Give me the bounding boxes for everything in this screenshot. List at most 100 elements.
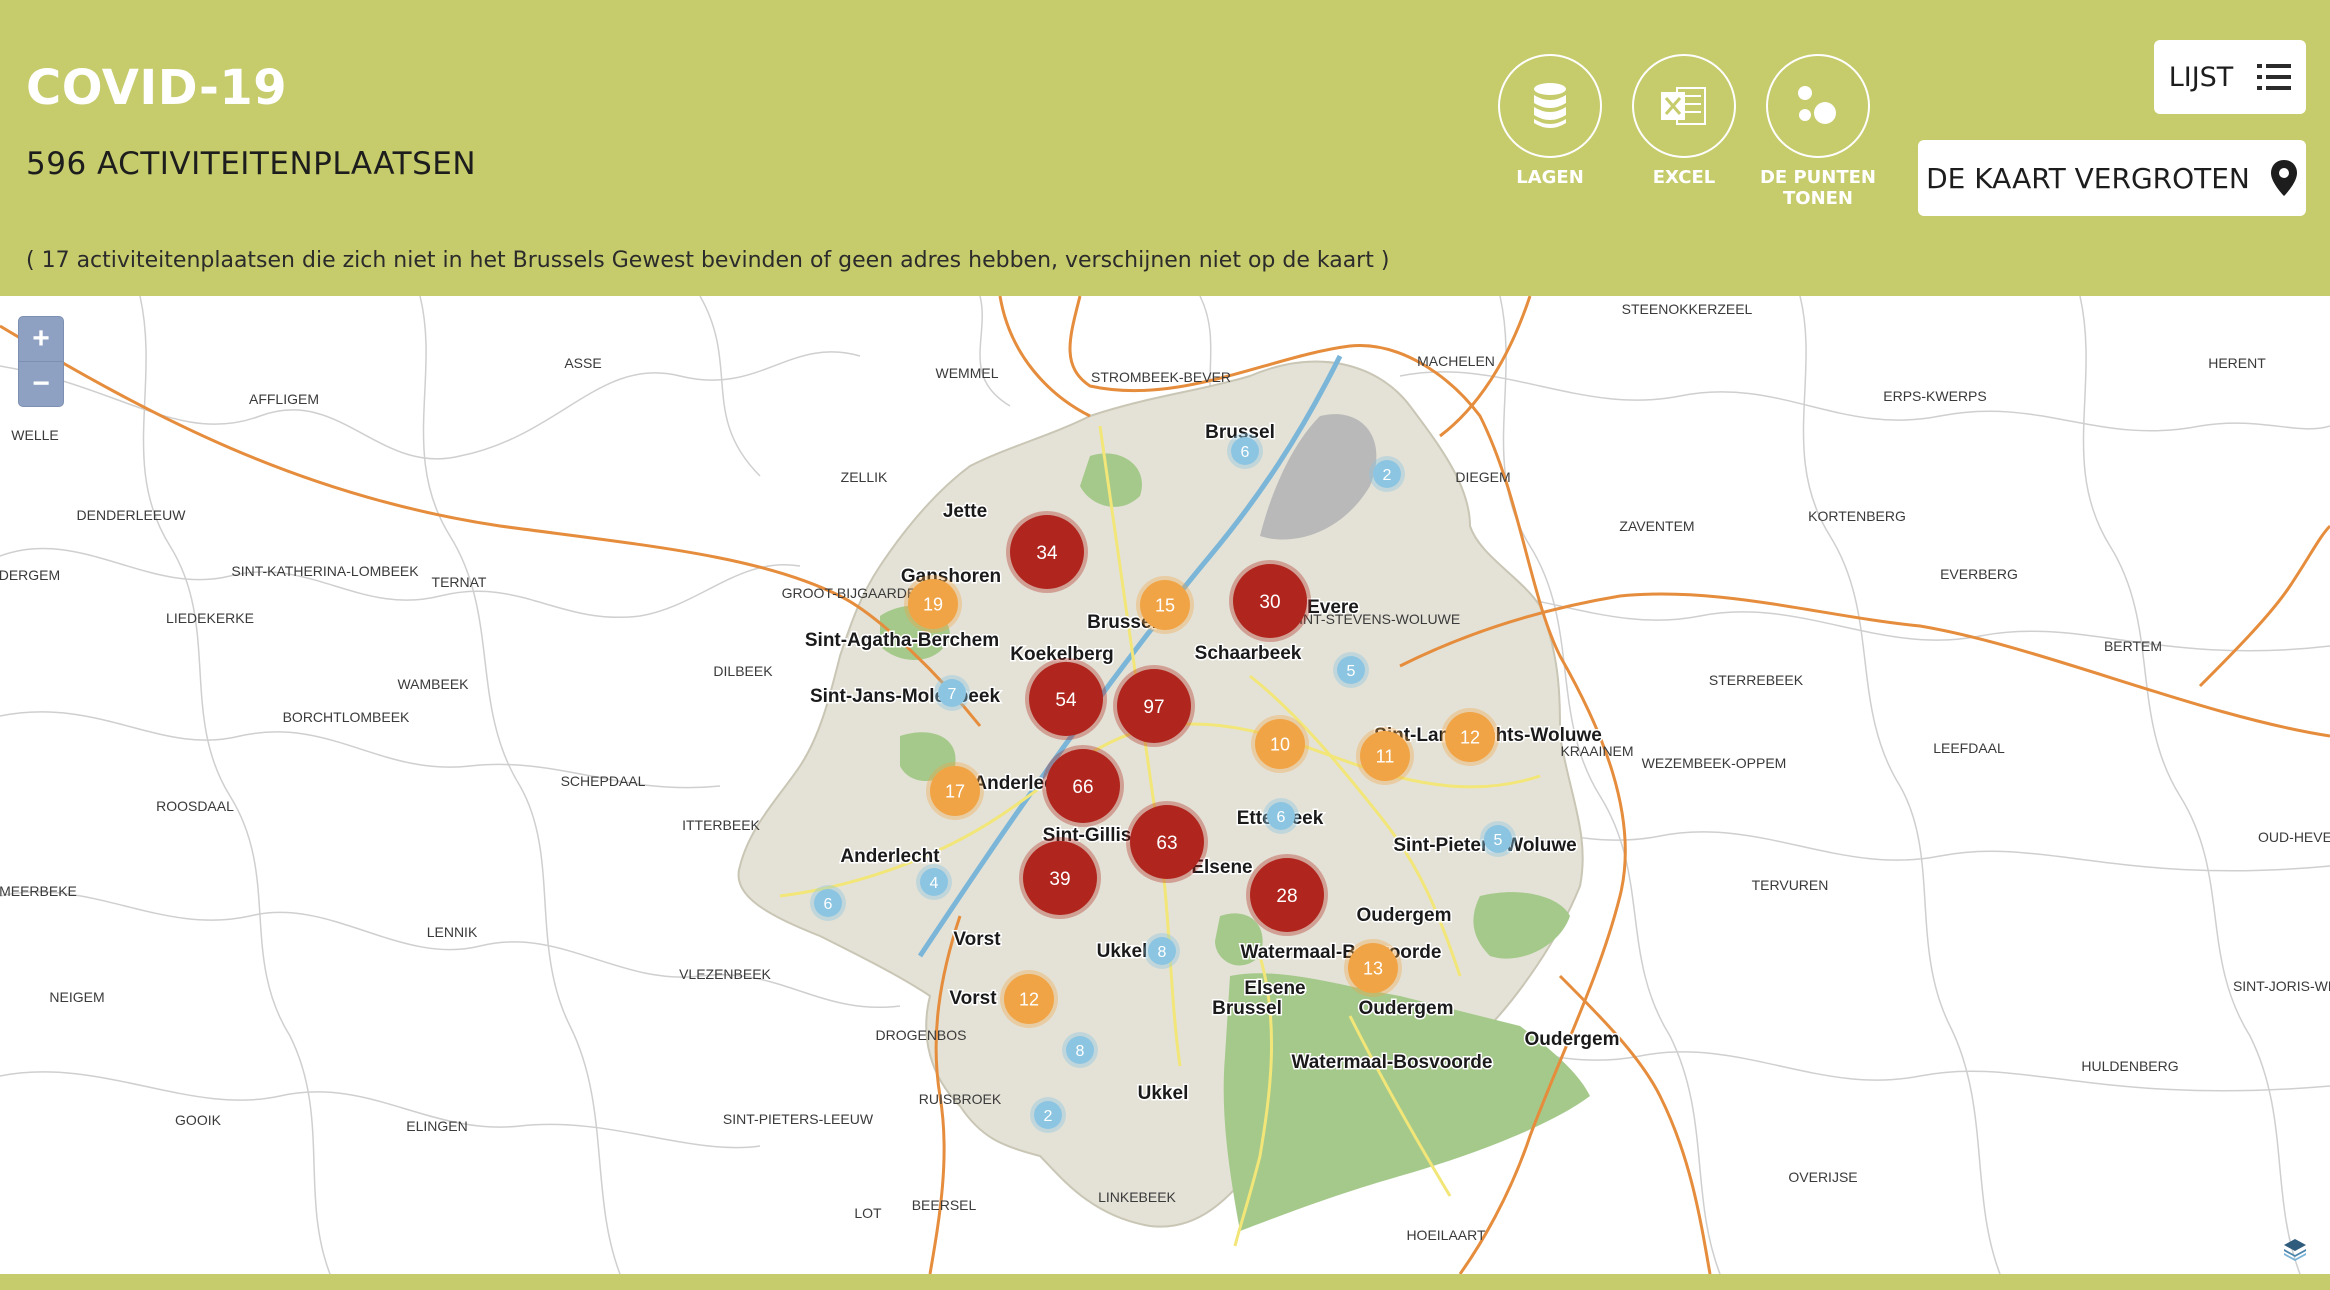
cluster-marker[interactable]: 6 xyxy=(810,885,846,921)
list-button[interactable]: LIJST xyxy=(2154,40,2306,114)
cluster-marker[interactable]: 30 xyxy=(1229,560,1311,642)
district-label: Elsene xyxy=(1244,978,1305,999)
cluster-marker[interactable]: 13 xyxy=(1344,939,1402,997)
cluster-marker[interactable]: 19 xyxy=(904,575,962,633)
cluster-count: 8 xyxy=(1076,1043,1085,1060)
outer-label: ERPS-KWERPS xyxy=(1883,388,1986,404)
map-pin-icon xyxy=(2270,160,2297,196)
cluster-marker[interactable]: 54 xyxy=(1025,658,1107,740)
zoom-in-button[interactable]: + xyxy=(19,317,63,361)
cluster-marker[interactable]: 7 xyxy=(934,675,970,711)
excel-button[interactable] xyxy=(1632,54,1736,158)
cluster-count: 17 xyxy=(945,781,965,801)
outer-label: BORCHTLOMBEEK xyxy=(283,709,410,725)
cluster-count: 54 xyxy=(1055,690,1077,711)
cluster-count: 34 xyxy=(1036,543,1058,564)
database-icon xyxy=(1534,83,1566,128)
cluster-marker[interactable]: 12 xyxy=(1441,708,1499,766)
outer-label: RUISBROEK xyxy=(919,1091,1002,1107)
outer-label: HOEILAART xyxy=(1406,1227,1486,1243)
cluster-count: 2 xyxy=(1044,1108,1053,1125)
activity-count: 596 ACTIVITEITENPLAATSEN xyxy=(26,146,477,182)
layers-tool[interactable]: LAGEN xyxy=(1480,54,1620,188)
outer-label: TERNAT xyxy=(432,574,487,590)
cluster-marker[interactable]: 10 xyxy=(1251,715,1309,773)
points-icon xyxy=(1798,86,1836,124)
outer-label: SCHEPDAAL xyxy=(561,773,646,789)
cluster-count: 4 xyxy=(930,875,939,892)
cluster-count: 66 xyxy=(1072,777,1093,798)
layers-label: LAGEN xyxy=(1516,167,1584,188)
outer-label: TERVUREN xyxy=(1752,877,1829,893)
outer-label: WEMMEL xyxy=(936,365,999,381)
outer-label: STROMBEEK-BEVER xyxy=(1091,369,1231,385)
cluster-count: 6 xyxy=(1241,444,1250,461)
outer-label: DILBEEK xyxy=(713,663,773,679)
list-button-label: LIJST xyxy=(2168,61,2234,93)
cluster-marker[interactable]: 97 xyxy=(1113,665,1195,747)
points-button[interactable] xyxy=(1766,54,1870,158)
layers-button[interactable] xyxy=(1498,54,1602,158)
outer-label: BERTEM xyxy=(2104,638,2162,654)
cluster-marker[interactable]: 6 xyxy=(1263,798,1299,834)
cluster-marker[interactable]: 11 xyxy=(1356,727,1414,785)
outer-label: ZELLIK xyxy=(841,469,888,485)
district-label: Sint-Agatha-Berchem xyxy=(805,630,999,651)
district-label: Jette xyxy=(943,501,987,522)
cluster-marker[interactable]: 8 xyxy=(1144,933,1180,969)
enlarge-map-button[interactable]: DE KAART VERGROTEN xyxy=(1918,140,2306,216)
map-canvas[interactable]: STEENOKKERZEEL HERENT MACHELEN ASSE WEMMEL ST… xyxy=(0,296,2330,1274)
cluster-marker[interactable]: 15 xyxy=(1136,576,1194,634)
cluster-marker[interactable]: 6 xyxy=(1227,433,1263,469)
outer-label: OVERIJSE xyxy=(1788,1169,1857,1185)
district-label: Ukkel xyxy=(1138,1083,1189,1104)
excel-tool[interactable]: EXCEL xyxy=(1614,54,1754,188)
cluster-marker[interactable]: 66 xyxy=(1042,745,1124,827)
outer-label: DROGENBOS xyxy=(875,1027,966,1043)
district-label: Watermaal-Bosvoorde xyxy=(1292,1052,1493,1073)
zoom-out-button[interactable]: − xyxy=(19,361,63,406)
cluster-marker[interactable]: 39 xyxy=(1019,837,1101,919)
missing-note: ( 17 activiteitenplaatsen die zich niet … xyxy=(26,248,1390,273)
zoom-control[interactable]: + − xyxy=(18,316,64,407)
cluster-marker[interactable]: 2 xyxy=(1369,456,1405,492)
outer-label: ZAVENTEM xyxy=(1619,518,1694,534)
cluster-marker[interactable]: 17 xyxy=(926,762,984,820)
cluster-marker[interactable]: 4 xyxy=(916,864,952,900)
outer-label: ITTERBEEK xyxy=(682,817,760,833)
page-title: COVID-19 xyxy=(26,60,288,116)
outer-label: EVERBERG xyxy=(1940,566,2018,582)
cluster-marker[interactable]: 5 xyxy=(1333,652,1369,688)
cluster-count: 30 xyxy=(1259,592,1280,613)
outer-label: SINT-JORIS-WEI xyxy=(2233,978,2330,994)
cluster-count: 8 xyxy=(1158,944,1167,961)
outer-label: BEERSEL xyxy=(912,1197,977,1213)
cluster-count: 12 xyxy=(1460,727,1480,747)
district-label: Oudergem xyxy=(1356,905,1451,926)
map[interactable]: STEENOKKERZEEL HERENT MACHELEN ASSE WEMMEL ST… xyxy=(0,296,2330,1274)
cluster-marker[interactable]: 34 xyxy=(1006,511,1088,593)
cluster-marker[interactable]: 2 xyxy=(1030,1097,1066,1133)
cluster-count: 7 xyxy=(948,686,957,703)
district-label: Schaarbeek xyxy=(1195,643,1302,664)
district-label: Anderlecht xyxy=(840,846,940,867)
cluster-marker[interactable]: 12 xyxy=(1000,970,1058,1028)
cluster-marker[interactable]: 28 xyxy=(1246,854,1328,936)
district-label: Oudergem xyxy=(1358,998,1453,1019)
cluster-marker[interactable]: 5 xyxy=(1480,821,1516,857)
layers-icon[interactable] xyxy=(2282,1236,2308,1262)
outer-label: MEERBEKE xyxy=(0,883,77,899)
district-label: Sint-Jans-Molenbeek xyxy=(810,686,1000,707)
list-icon xyxy=(2257,64,2292,90)
outer-label: LIEDEKERKE xyxy=(166,610,254,626)
points-tool[interactable]: DE PUNTEN TONEN xyxy=(1748,54,1888,209)
cluster-marker[interactable]: 8 xyxy=(1062,1032,1098,1068)
park-area xyxy=(1473,892,1570,959)
points-label: DE PUNTEN TONEN xyxy=(1759,167,1876,209)
cluster-count: 28 xyxy=(1276,886,1297,907)
cluster-count: 5 xyxy=(1494,832,1503,849)
cluster-marker[interactable]: 63 xyxy=(1126,801,1208,883)
outer-label: NEIGEM xyxy=(49,989,104,1005)
outer-label: DIEGEM xyxy=(1455,469,1510,485)
cluster-count: 5 xyxy=(1347,663,1356,680)
